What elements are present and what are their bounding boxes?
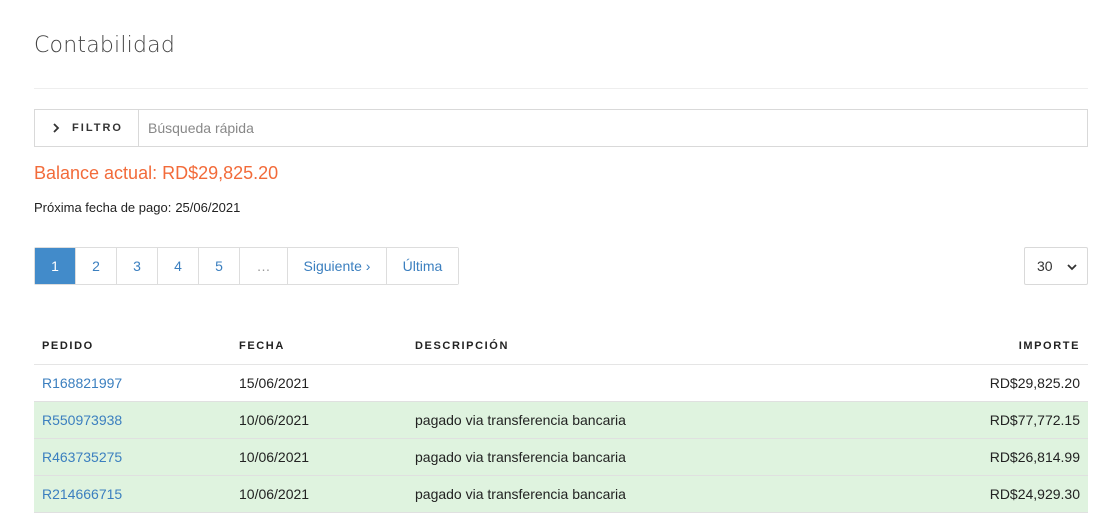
per-page-select[interactable]: 30	[1024, 247, 1088, 285]
chevron-down-icon	[1067, 258, 1077, 274]
filter-label: FILTRO	[72, 122, 123, 134]
page-1-button[interactable]: 1	[35, 248, 76, 284]
header-amount[interactable]: IMPORTE	[907, 340, 1088, 352]
row-date: 10/06/2021	[239, 486, 310, 502]
order-link[interactable]: R214666715	[34, 486, 231, 502]
pagination-ellipsis: …	[240, 248, 288, 284]
order-link[interactable]: R550973938	[34, 412, 231, 428]
table-header: PEDIDO FECHA DESCRIPCIÓN IMPORTE	[34, 327, 1088, 365]
next-payment-date: Próxima fecha de pago: 25/06/2021	[34, 200, 244, 215]
balance-label: Balance actual:	[34, 163, 158, 183]
page-5-button[interactable]: 5	[199, 248, 240, 284]
row-description: pagado via transferencia bancaria	[415, 486, 626, 502]
row-amount: RD$24,929.30	[989, 486, 1080, 502]
row-description: pagado via transferencia bancaria	[415, 412, 626, 428]
row-amount: RD$77,772.15	[989, 412, 1080, 428]
balance-value: RD$29,825.20	[162, 163, 279, 183]
filter-bar: FILTRO	[34, 109, 1088, 147]
table-row: R214666715 10/06/2021 pagado via transfe…	[34, 476, 1088, 513]
next-payment-value: 25/06/2021	[175, 200, 241, 215]
title-divider	[34, 88, 1088, 89]
page-3-button[interactable]: 3	[117, 248, 158, 284]
table-row: R463735275 10/06/2021 pagado via transfe…	[34, 439, 1088, 476]
row-date: 10/06/2021	[239, 412, 310, 428]
order-link[interactable]: R463735275	[34, 449, 231, 465]
current-balance: Balance actual: RD$29,825.20	[34, 163, 278, 184]
page-title: Contabilidad	[34, 33, 175, 58]
filter-toggle-button[interactable]: FILTRO	[35, 110, 139, 146]
table-row: R168821997 15/06/2021 RD$29,825.20	[34, 365, 1088, 402]
row-date: 15/06/2021	[239, 375, 310, 391]
next-page-button[interactable]: Siguiente ›	[288, 248, 387, 284]
table-row: R550973938 10/06/2021 pagado via transfe…	[34, 402, 1088, 439]
header-date[interactable]: FECHA	[231, 340, 407, 352]
header-order[interactable]: PEDIDO	[34, 340, 231, 352]
row-amount: RD$26,814.99	[989, 449, 1080, 465]
per-page-value: 30	[1037, 258, 1053, 274]
row-date: 10/06/2021	[239, 449, 310, 465]
pagination: 1 2 3 4 5 … Siguiente › Última	[34, 247, 459, 285]
chevron-right-icon	[50, 122, 62, 134]
row-description: pagado via transferencia bancaria	[415, 449, 626, 465]
quick-search-input[interactable]	[139, 110, 1087, 146]
page-4-button[interactable]: 4	[158, 248, 199, 284]
page-2-button[interactable]: 2	[76, 248, 117, 284]
header-description[interactable]: DESCRIPCIÓN	[407, 340, 907, 352]
accounting-table: PEDIDO FECHA DESCRIPCIÓN IMPORTE R168821…	[34, 327, 1088, 513]
next-payment-label: Próxima fecha de pago:	[34, 200, 172, 215]
last-page-button[interactable]: Última	[387, 248, 458, 284]
row-amount: RD$29,825.20	[989, 375, 1080, 391]
order-link[interactable]: R168821997	[34, 375, 231, 391]
